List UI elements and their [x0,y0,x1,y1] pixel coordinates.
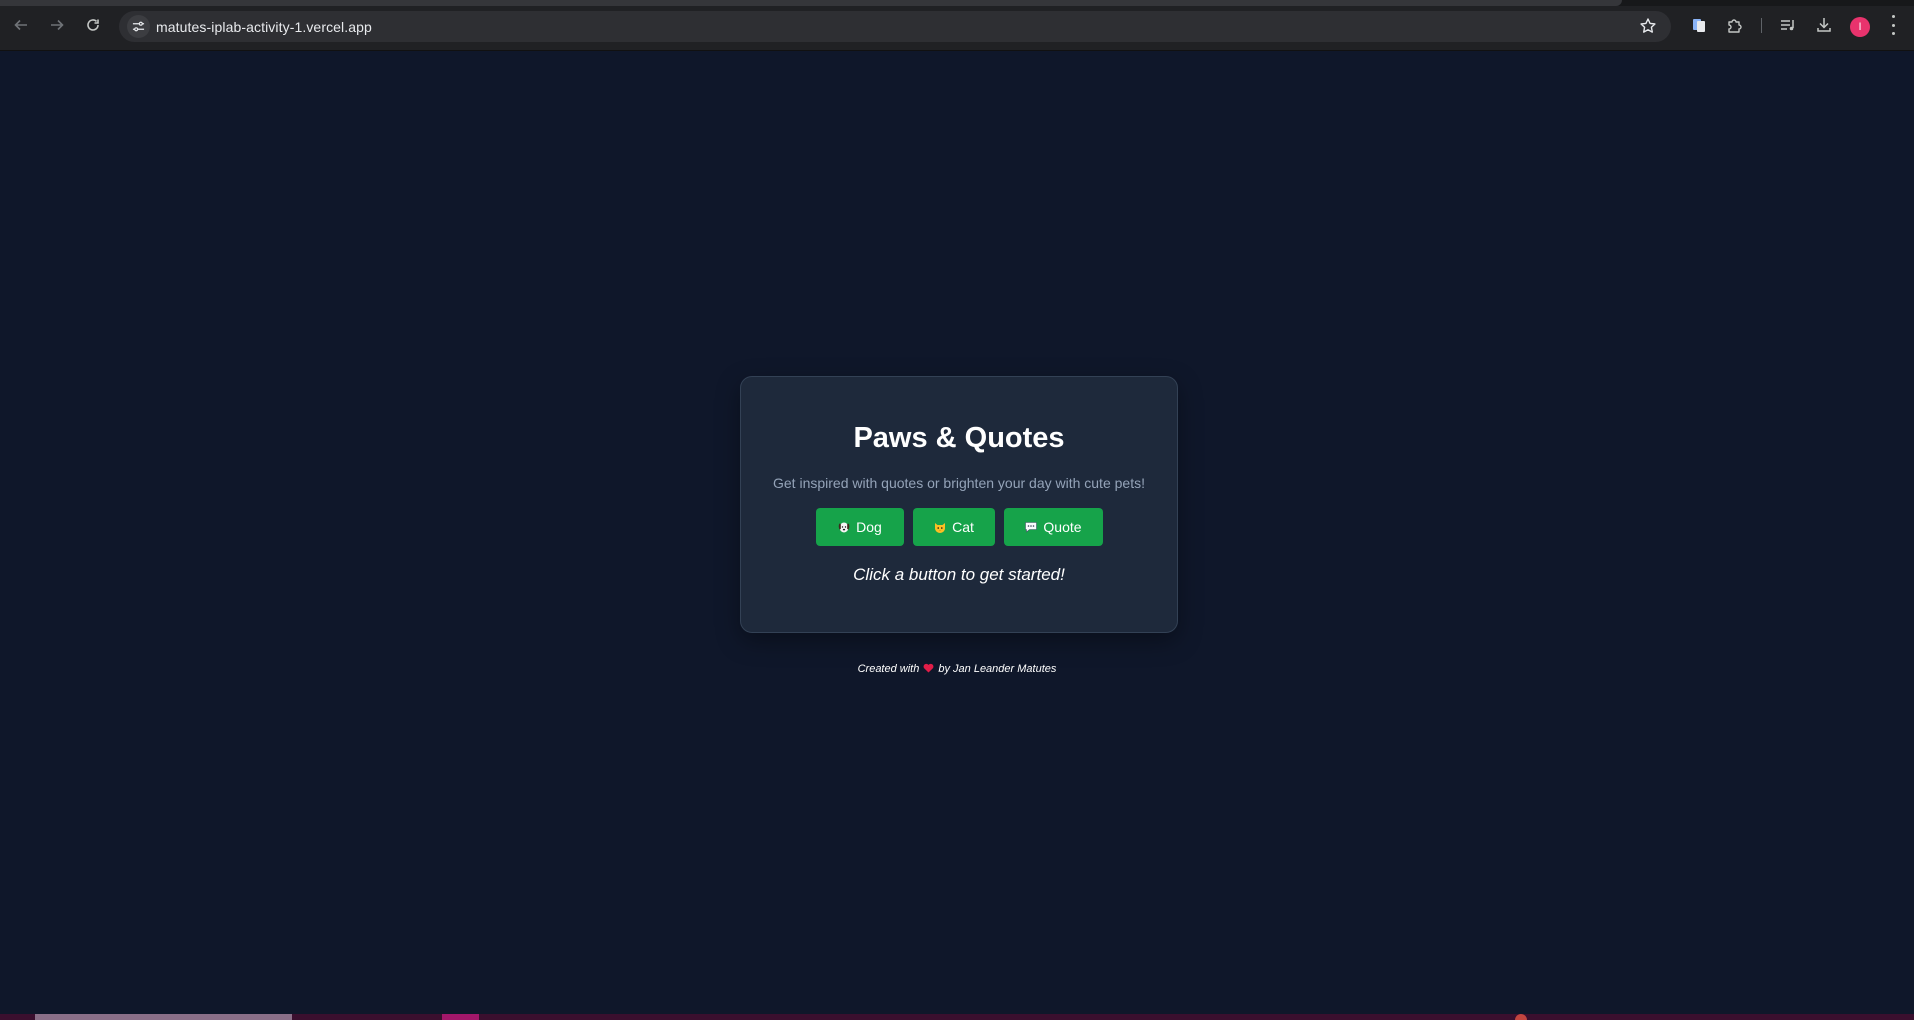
document-extension-button[interactable] [1689,15,1709,35]
arrow-right-icon [51,19,64,31]
menu-dot [1891,32,1895,35]
dog-button[interactable]: Dog [815,508,904,546]
url-text[interactable]: matutes-iplab-activity-1.vercel.app [156,19,372,35]
footer-text-after: by Jan Leander Matutes [938,663,1057,675]
taskbar-item[interactable] [1515,1014,1527,1020]
app-title: Paws & Quotes [853,422,1065,454]
forward-button[interactable] [46,14,68,36]
quote-button-label: Quote [1043,519,1082,535]
active-tab[interactable] [0,0,1622,6]
menu-dot [1891,15,1895,18]
toolbar-divider [1761,18,1762,33]
cat-button-label: Cat [952,519,974,535]
reload-icon [87,19,99,31]
result-placeholder: Click a button to get started! [853,565,1065,584]
extensions-button[interactable] [1725,15,1745,35]
more-vertical-icon[interactable] [1890,15,1896,35]
reload-button[interactable] [82,14,104,36]
media-queue-button[interactable] [1778,15,1798,35]
profile-avatar[interactable]: I [1850,17,1870,37]
dog-button-label: Dog [856,519,882,535]
tab-strip [0,0,1914,6]
browser-toolbar: matutes-iplab-activity-1.vercel.app I [0,0,1914,51]
cat-face-icon [933,520,947,534]
app-card: Paws & Quotes Get inspired with quotes o… [740,376,1178,633]
arrow-left-icon [14,19,27,31]
menu-dot [1891,23,1895,27]
star-icon[interactable] [1639,17,1657,35]
tune-icon [132,21,145,32]
heart-icon [923,663,934,673]
downloads-button[interactable] [1814,15,1834,35]
page-footer: Created with by Jan Leander Matutes [0,663,1914,675]
taskbar-item[interactable] [442,1014,479,1020]
quote-button[interactable]: Quote [1003,508,1103,546]
media-queue-icon [1781,20,1794,31]
os-taskbar [0,1014,1914,1020]
footer-text-before: Created with [857,663,920,675]
app-subtitle: Get inspired with quotes or brighten you… [773,475,1145,491]
site-info-button[interactable] [127,15,150,38]
dog-face-icon [837,520,851,534]
action-buttons: Dog Cat Quote [741,508,1177,546]
download-icon [1817,18,1831,32]
address-bar[interactable]: matutes-iplab-activity-1.vercel.app [119,11,1671,42]
puzzle-icon [1728,19,1742,33]
back-button[interactable] [10,14,32,36]
speech-balloon-icon [1024,520,1038,534]
taskbar-item[interactable] [35,1014,292,1020]
document-extension-icon [1693,19,1705,32]
cat-button[interactable]: Cat [912,508,995,546]
page-viewport: Paws & Quotes Get inspired with quotes o… [0,51,1914,1014]
